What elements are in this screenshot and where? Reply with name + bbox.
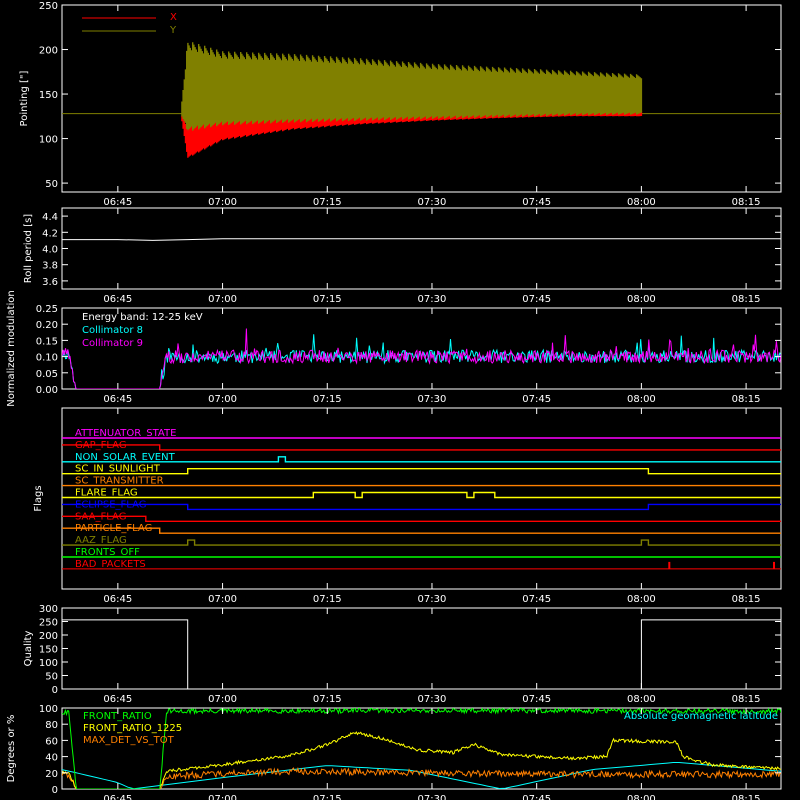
x-tick-label: 08:00 <box>627 594 656 605</box>
flag-label-fronts-off: FRONTS_OFF <box>75 547 140 558</box>
x-tick-label: 07:45 <box>522 794 551 800</box>
y-tick-label: 0.20 <box>36 320 58 331</box>
energy-band-annotation: Energy band: 12-25 keV <box>82 312 203 323</box>
y-tick-label: 150 <box>39 90 58 101</box>
y-tick-label: 60 <box>45 736 58 747</box>
y-tick-label: 4.0 <box>42 245 58 256</box>
flag-label-bad-packets: BAD_PACKETS <box>75 559 146 570</box>
y-tick-label: 50 <box>45 672 58 683</box>
x-tick-label: 08:00 <box>627 794 656 800</box>
x-tick-label: 07:30 <box>418 294 447 305</box>
x-tick-label: 08:00 <box>627 294 656 305</box>
x-tick-label: 08:00 <box>627 394 656 405</box>
x-tick-label: 07:00 <box>208 694 237 705</box>
y-tick-label: 20 <box>45 769 58 780</box>
y-tick-label: 200 <box>39 46 58 57</box>
y-tick-label: 0.10 <box>36 353 58 364</box>
x-tick-label: 06:45 <box>103 294 132 305</box>
x-tick-label: 07:45 <box>522 294 551 305</box>
y-tick-label: 80 <box>45 720 58 731</box>
legend-label-x: X <box>170 12 177 23</box>
x-tick-label: 07:00 <box>208 394 237 405</box>
x-tick-label: 08:15 <box>732 294 761 305</box>
x-tick-label: 07:45 <box>522 197 551 208</box>
quicklook-plot-stack: XY 06:45 07:00 07:15 07:30 07:45 08:00 08:15 50 1… <box>0 0 800 800</box>
y-tick-label: 40 <box>45 753 58 764</box>
x-tick-label: 08:15 <box>732 394 761 405</box>
legend-label-collimator-9: Collimator 9 <box>82 338 143 349</box>
x-tick-label: 07:15 <box>313 197 342 208</box>
y-tick-label: 0 <box>52 785 58 796</box>
x-tick-label: 07:00 <box>208 794 237 800</box>
y-tick-label: 250 <box>39 1 58 12</box>
y-tick-label: 3.8 <box>42 261 58 272</box>
y-tick-label: 300 <box>39 604 58 615</box>
y-tick-label: 150 <box>39 645 58 656</box>
legend-label-front-ratio-1225: FRONT_RATIO_1225 <box>83 723 182 734</box>
x-tick-label: 06:45 <box>103 197 132 208</box>
x-tick-label: 06:45 <box>103 794 132 800</box>
x-tick-label: 07:45 <box>522 694 551 705</box>
flag-label-aaz-flag: AAZ_FLAG <box>75 535 127 546</box>
flag-label-sc-transmitter: SC_TRANSMITTER <box>75 476 164 487</box>
x-tick-label: 08:15 <box>732 594 761 605</box>
flag-label-particle-flag: PARTICLE_FLAG <box>75 523 152 534</box>
y-tick-label: 100 <box>39 135 58 146</box>
x-tick-label: 08:00 <box>627 694 656 705</box>
y-tick-label: 0.00 <box>36 385 58 396</box>
x-tick-label: 06:45 <box>103 694 132 705</box>
legend-label-y: Y <box>169 25 177 36</box>
x-tick-label: 08:00 <box>627 197 656 208</box>
y-axis-label: Quality <box>23 631 34 667</box>
y-axis-label: Degrees or % <box>6 715 17 783</box>
legend-label-collimator-8: Collimator 8 <box>82 325 143 336</box>
flag-label-non-solar-event: NON_SOLAR_EVENT <box>75 452 176 463</box>
flag-label-saa-flag: SAA_FLAG <box>75 511 126 522</box>
flag-label-gap-flag: GAP_FLAG <box>75 440 127 451</box>
x-tick-label: 07:15 <box>313 594 342 605</box>
x-tick-label: 08:15 <box>732 794 761 800</box>
x-tick-label: 07:30 <box>418 694 447 705</box>
x-tick-label: 07:00 <box>208 197 237 208</box>
y-axis-label: Normalized modulation <box>6 290 17 407</box>
x-tick-label: 07:45 <box>522 394 551 405</box>
x-tick-label: 08:15 <box>732 694 761 705</box>
y-tick-label: 250 <box>39 618 58 629</box>
y-tick-label: 50 <box>45 179 58 190</box>
x-tick-label: 07:30 <box>418 794 447 800</box>
x-tick-label: 07:30 <box>418 394 447 405</box>
y-axis-label: Flags <box>33 485 44 511</box>
y-tick-label: 0 <box>52 685 58 696</box>
x-tick-label: 07:00 <box>208 594 237 605</box>
x-tick-label: 07:15 <box>313 694 342 705</box>
y-axis-label: Roll period [s] <box>23 214 34 283</box>
y-tick-label: 0.05 <box>36 369 58 380</box>
x-tick-label: 07:30 <box>418 197 447 208</box>
legend-label-max-det-vs-tot: MAX_DET_VS_TOT <box>83 735 175 746</box>
x-tick-label: 07:00 <box>208 294 237 305</box>
x-tick-label: 07:45 <box>522 594 551 605</box>
x-tick-label: 07:30 <box>418 594 447 605</box>
flag-label-flare-flag: FLARE_FLAG <box>75 488 138 499</box>
y-tick-label: 4.2 <box>42 228 58 239</box>
y-tick-label: 100 <box>39 658 58 669</box>
y-tick-label: 3.6 <box>42 277 58 288</box>
x-tick-label: 07:15 <box>313 294 342 305</box>
y-axis-label: Pointing ["] <box>19 70 30 126</box>
flag-label-attenuator-state: ATTENUATOR_STATE <box>75 428 176 439</box>
x-tick-label: 07:15 <box>313 394 342 405</box>
x-tick-label: 08:15 <box>732 197 761 208</box>
geomagnetic-latitude-label: Absolute geomagnetic latitude <box>624 711 778 722</box>
x-tick-label: 07:15 <box>313 794 342 800</box>
flag-label-sc-in-sunlight: SC_IN_SUNLIGHT <box>75 464 161 475</box>
x-tick-label: 06:45 <box>103 594 132 605</box>
y-tick-label: 100 <box>39 704 58 715</box>
flag-label-eclipse-flag: ECLIPSE_FLAG <box>75 499 146 510</box>
x-tick-label: 06:45 <box>103 394 132 405</box>
y-tick-label: 200 <box>39 631 58 642</box>
y-tick-label: 4.4 <box>42 212 58 223</box>
y-tick-label: 0.25 <box>36 304 58 315</box>
y-tick-label: 0.15 <box>36 336 58 347</box>
